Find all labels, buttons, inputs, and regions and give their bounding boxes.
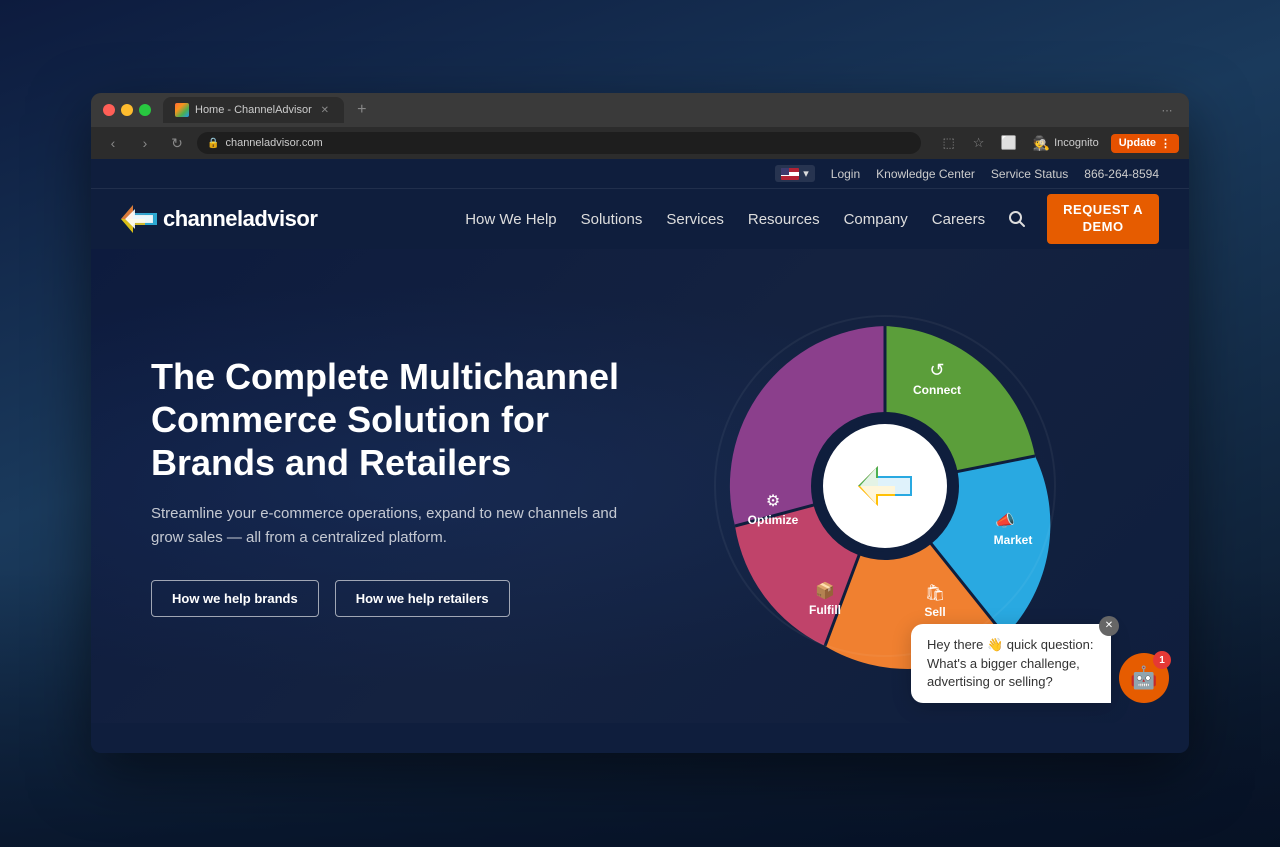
forward-button[interactable]: › <box>133 131 157 155</box>
extensions-button[interactable]: ⬜ <box>997 131 1021 155</box>
address-bar[interactable]: 🔒 channeladvisor.com <box>197 132 921 154</box>
update-button[interactable]: Update ⋮ <box>1111 134 1179 153</box>
logo[interactable]: channeladvisor <box>121 205 317 233</box>
svg-text:Connect: Connect <box>913 383 961 397</box>
chat-widget[interactable]: ✕ Hey there 👋 quick question: What's a b… <box>911 624 1169 703</box>
refresh-button[interactable]: ↻ <box>165 131 189 155</box>
search-button[interactable] <box>999 201 1035 237</box>
svg-text:📦: 📦 <box>815 581 835 600</box>
nav-resources[interactable]: Resources <box>738 205 830 234</box>
tab-title: Home - ChannelAdvisor <box>195 104 312 116</box>
search-icon <box>1008 210 1026 228</box>
cast-button[interactable]: ⬚ <box>937 131 961 155</box>
new-tab-button[interactable]: + <box>348 96 376 124</box>
back-button[interactable]: ‹ <box>101 131 125 155</box>
language-selector[interactable]: ▾ <box>775 165 815 182</box>
phone-number: 866-264-8594 <box>1084 167 1159 181</box>
nav-services[interactable]: Services <box>656 205 734 234</box>
bookmark-button[interactable]: ☆ <box>967 131 991 155</box>
hero-title: The Complete Multichannel Commerce Solut… <box>151 355 640 485</box>
nav-careers[interactable]: Careers <box>922 205 995 234</box>
chat-message: Hey there 👋 quick question: What's a big… <box>927 637 1094 688</box>
nav-solutions[interactable]: Solutions <box>571 205 653 234</box>
flag-icon <box>781 168 799 180</box>
svg-text:🛍: 🛍 <box>924 584 944 602</box>
nav-how-we-help[interactable]: How We Help <box>455 205 566 234</box>
minimize-traffic-light[interactable] <box>121 104 133 116</box>
wheel-diagram: Connect ↺ Market 📣 Sell 🛍 Fulfill 📦 Opti… <box>640 296 1129 676</box>
svg-text:Market: Market <box>993 533 1032 547</box>
chat-avatar-button[interactable]: 🤖 1 <box>1119 653 1169 703</box>
traffic-lights <box>103 104 151 116</box>
browser-tab[interactable]: Home - ChannelAdvisor ✕ <box>163 97 344 123</box>
svg-text:⚙: ⚙ <box>765 493 779 510</box>
svg-text:Optimize: Optimize <box>747 513 798 527</box>
nav-links: How We Help Solutions Services Resources… <box>455 194 1159 244</box>
svg-text:Fulfill: Fulfill <box>809 603 841 617</box>
expand-button[interactable]: ⋯ <box>1157 100 1177 120</box>
utility-bar: ▾ Login Knowledge Center Service Status … <box>91 159 1189 189</box>
browser-controls: ‹ › ↻ 🔒 channeladvisor.com ⬚ ☆ ⬜ 🕵 Incog… <box>91 127 1189 159</box>
incognito-indicator: 🕵 Incognito <box>1027 133 1105 154</box>
browser-window: Home - ChannelAdvisor ✕ + ⋯ ‹ › ↻ 🔒 chan… <box>91 93 1189 753</box>
browser-actions: ⬚ ☆ ⬜ 🕵 Incognito Update ⋮ <box>937 131 1179 155</box>
chat-bubble: ✕ Hey there 👋 quick question: What's a b… <box>911 624 1111 703</box>
login-link[interactable]: Login <box>831 167 860 181</box>
chat-badge: 1 <box>1153 651 1171 669</box>
wheel-svg: Connect ↺ Market 📣 Sell 🛍 Fulfill 📦 Opti… <box>695 296 1075 676</box>
tab-bar: Home - ChannelAdvisor ✕ + <box>163 93 376 127</box>
retailers-button[interactable]: How we help retailers <box>335 580 510 617</box>
url-text: channeladvisor.com <box>225 137 322 149</box>
hero-content: The Complete Multichannel Commerce Solut… <box>151 355 640 618</box>
request-demo-button[interactable]: REQUEST A DEMO <box>1047 194 1159 244</box>
website-content: ▾ Login Knowledge Center Service Status … <box>91 159 1189 753</box>
hero-buttons: How we help brands How we help retailers <box>151 580 640 617</box>
close-traffic-light[interactable] <box>103 104 115 116</box>
svg-text:📣: 📣 <box>995 512 1015 530</box>
brands-button[interactable]: How we help brands <box>151 580 319 617</box>
hero-subtitle: Streamline your e-commerce operations, e… <box>151 502 631 550</box>
browser-titlebar: Home - ChannelAdvisor ✕ + ⋯ <box>91 93 1189 127</box>
service-status-link[interactable]: Service Status <box>991 167 1068 181</box>
maximize-traffic-light[interactable] <box>139 104 151 116</box>
tab-favicon <box>175 103 189 117</box>
nav-company[interactable]: Company <box>834 205 918 234</box>
logo-arrow-icon <box>121 205 157 233</box>
browser-chrome: Home - ChannelAdvisor ✕ + ⋯ ‹ › ↻ 🔒 chan… <box>91 93 1189 159</box>
svg-text:Sell: Sell <box>924 605 945 619</box>
chat-close-button[interactable]: ✕ <box>1099 616 1119 636</box>
svg-text:↺: ↺ <box>929 360 944 380</box>
lock-icon: 🔒 <box>207 138 219 149</box>
chat-avatar-icon: 🤖 <box>1130 665 1157 691</box>
main-navigation: channeladvisor How We Help Solutions Ser… <box>91 189 1189 249</box>
knowledge-center-link[interactable]: Knowledge Center <box>876 167 975 181</box>
hero-section: The Complete Multichannel Commerce Solut… <box>91 249 1189 723</box>
tab-close-button[interactable]: ✕ <box>318 103 332 117</box>
logo-text: channeladvisor <box>163 206 317 232</box>
